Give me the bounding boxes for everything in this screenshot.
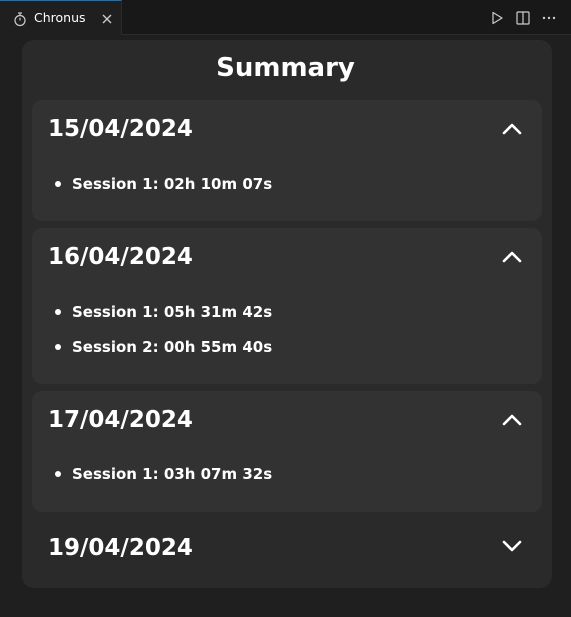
- day-date[interactable]: 15/04/2024: [48, 114, 193, 144]
- chevron-up-icon[interactable]: [502, 250, 522, 264]
- chevron-down-icon[interactable]: [502, 539, 522, 553]
- chevron-up-icon[interactable]: [502, 122, 522, 136]
- session-item: Session 1: 02h 10m 07s: [72, 175, 273, 193]
- split-editor-icon[interactable]: [514, 9, 532, 27]
- bullet: [55, 344, 61, 350]
- session-item: Session 2: 00h 55m 40s: [72, 338, 273, 356]
- bullet: [55, 471, 61, 477]
- day-date[interactable]: 17/04/2024: [48, 405, 193, 435]
- day-date[interactable]: 16/04/2024: [48, 242, 193, 272]
- session-item: Session 1: 05h 31m 42s: [72, 303, 273, 321]
- editor-tab-bar: Chronus: [0, 0, 571, 35]
- stopwatch-icon: [14, 12, 26, 27]
- day-card: 17/04/2024 Session 1: 03h 07m 32s: [32, 391, 542, 512]
- chevron-up-icon[interactable]: [502, 413, 522, 427]
- play-icon[interactable]: [488, 9, 506, 27]
- day-date[interactable]: 19/04/2024: [48, 533, 193, 563]
- bullet: [55, 181, 61, 187]
- day-card: 16/04/2024 Session 1: 05h 31m 42s Sessio…: [32, 228, 542, 384]
- bullet: [55, 309, 61, 315]
- more-actions-icon[interactable]: [540, 9, 558, 27]
- page-title: Summary: [216, 53, 355, 83]
- tab-chronus[interactable]: Chronus: [0, 0, 122, 35]
- session-item: Session 1: 03h 07m 32s: [72, 465, 273, 483]
- close-icon[interactable]: [99, 11, 115, 27]
- tab-label: Chronus: [34, 10, 86, 25]
- day-card: 15/04/2024 Session 1: 02h 10m 07s: [32, 100, 542, 221]
- day-card-collapsed: 19/04/2024: [32, 519, 542, 579]
